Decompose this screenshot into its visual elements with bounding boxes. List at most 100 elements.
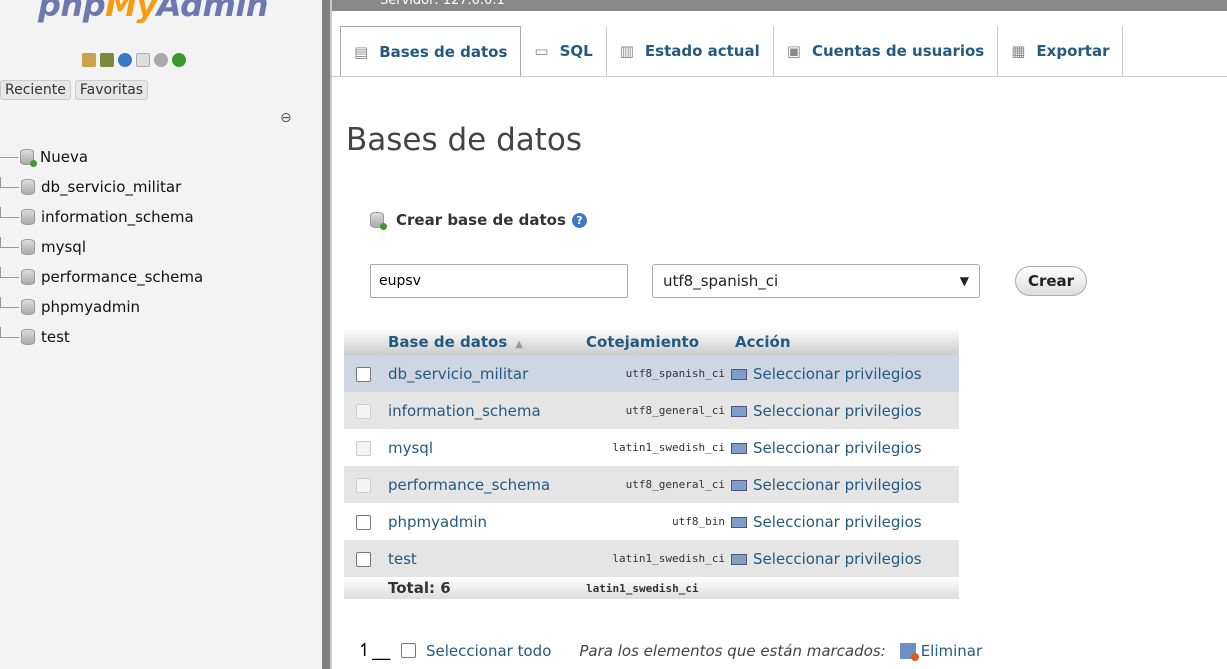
header-checkbox-cell: [344, 328, 382, 355]
row-checkbox[interactable]: [356, 514, 371, 530]
column-header-action: Acción: [729, 328, 959, 355]
column-header-name[interactable]: Base de datos ▲: [382, 328, 580, 355]
database-icon: [21, 269, 35, 285]
tree-item-new[interactable]: Nueva: [0, 142, 203, 172]
export-icon: ▦: [1011, 42, 1026, 60]
expand-icon[interactable]: [0, 206, 19, 218]
create-database-label: Crear base de datos: [396, 211, 566, 229]
tab-databases[interactable]: ▤ Bases de datos: [340, 26, 522, 77]
sql-icon: ▭: [534, 42, 549, 60]
table-row[interactable]: mysql latin1_swedish_ci Seleccionar privil…: [344, 429, 959, 466]
tab-user-accounts[interactable]: ▣ Cuentas de usuarios: [773, 26, 999, 76]
settings-icon[interactable]: [154, 53, 168, 67]
database-icon: ▤: [354, 43, 369, 61]
check-privileges-label: Seleccionar privilegios: [753, 401, 922, 420]
new-database-icon: [20, 149, 37, 167]
row-checkbox[interactable]: [356, 440, 371, 456]
row-checkbox-cell: [344, 429, 382, 466]
tab-status[interactable]: ▥ Estado actual: [606, 26, 774, 76]
tree-connector: [0, 147, 18, 158]
row-checkbox[interactable]: [356, 477, 371, 493]
table-row[interactable]: information_schema utf8_general_ci Selecci…: [344, 392, 959, 429]
recent-tab[interactable]: Reciente: [0, 80, 71, 100]
link-icon[interactable]: ⊖: [280, 110, 292, 126]
row-checkbox[interactable]: [356, 366, 371, 382]
tree-item-label: mysql: [41, 238, 86, 256]
database-icon: [21, 239, 35, 255]
database-name-link[interactable]: performance_schema: [382, 466, 580, 503]
help-icon[interactable]: ?: [571, 212, 587, 228]
tree-item-database[interactable]: test: [0, 322, 203, 352]
check-privileges-link[interactable]: Seleccionar privilegios: [729, 429, 959, 466]
arrow-up-icon: ↿__: [357, 640, 391, 661]
privileges-icon: [731, 553, 747, 565]
column-header-label: Base de datos: [388, 332, 508, 351]
check-privileges-link[interactable]: Seleccionar privilegios: [729, 540, 959, 577]
database-name-link[interactable]: mysql: [382, 429, 580, 466]
tree-item-database[interactable]: mysql: [0, 232, 203, 262]
privileges-icon: [731, 405, 747, 417]
database-name-link[interactable]: db_servicio_militar: [382, 355, 580, 392]
server-breadcrumb-bar: Servidor: 127.0.0.1: [332, 0, 1227, 11]
check-privileges-link[interactable]: Seleccionar privilegios: [729, 355, 959, 392]
with-selected-label: Para los elementos que están marcados:: [579, 641, 886, 660]
row-checkbox[interactable]: [356, 551, 371, 567]
table-row[interactable]: db_servicio_militar utf8_spanish_ci Selecc…: [344, 355, 959, 392]
tree-item-label: test: [41, 328, 70, 346]
tabs-underline: [332, 76, 1227, 77]
table-row[interactable]: test latin1_swedish_ci Seleccionar privile…: [344, 540, 959, 577]
users-icon: ▣: [786, 42, 801, 60]
table-row[interactable]: phpmyadmin utf8_bin Seleccionar privilegio…: [344, 503, 959, 540]
collation-selected-value: utf8_spanish_ci: [663, 272, 779, 290]
database-name-link[interactable]: phpmyadmin: [382, 503, 580, 540]
page-title: Bases de datos: [346, 122, 583, 158]
bulk-actions-bar: ↿__ Seleccionar todo Para los elementos …: [357, 640, 982, 661]
select-all-label[interactable]: Seleccionar todo: [426, 642, 551, 660]
server-breadcrumb[interactable]: Servidor: 127.0.0.1: [380, 0, 505, 8]
privileges-icon: [731, 368, 747, 380]
nav-divider: [330, 0, 332, 669]
database-name-input[interactable]: [370, 264, 628, 298]
database-icon: [21, 299, 35, 315]
expand-icon[interactable]: [0, 326, 19, 338]
delete-button[interactable]: Eliminar: [899, 642, 982, 661]
expand-icon[interactable]: [0, 266, 19, 278]
tab-label: Bases de datos: [379, 43, 508, 61]
databases-table: Base de datos ▲ Cotejamiento Acción db_se…: [344, 328, 959, 599]
docs-icon[interactable]: [136, 53, 150, 67]
tab-sql[interactable]: ▭ SQL: [521, 26, 607, 76]
check-privileges-link[interactable]: Seleccionar privilegios: [729, 466, 959, 503]
home-icon[interactable]: [82, 53, 96, 67]
favorites-tab[interactable]: Favoritas: [74, 80, 149, 100]
help-icon[interactable]: [118, 53, 132, 67]
phpmyadmin-logo[interactable]: phpMyAdmin: [38, 0, 269, 24]
check-privileges-link[interactable]: Seleccionar privilegios: [729, 392, 959, 429]
table-row[interactable]: performance_schema utf8_general_ci Selecci…: [344, 466, 959, 503]
database-name-link[interactable]: information_schema: [382, 392, 580, 429]
tree-item-database[interactable]: information_schema: [0, 202, 203, 232]
tree-item-database[interactable]: performance_schema: [0, 262, 203, 292]
database-name-link[interactable]: test: [382, 540, 580, 577]
tab-label: SQL: [559, 42, 593, 60]
select-all-checkbox[interactable]: [401, 643, 416, 658]
collation-select[interactable]: utf8_spanish_ci ▼: [652, 264, 980, 298]
logo-admin: Admin: [156, 0, 269, 24]
exit-icon[interactable]: [100, 53, 114, 67]
check-privileges-link[interactable]: Seleccionar privilegios: [729, 503, 959, 540]
check-privileges-label: Seleccionar privilegios: [753, 475, 922, 494]
privileges-icon: [731, 442, 747, 454]
reload-icon[interactable]: [172, 53, 186, 67]
expand-icon[interactable]: [0, 236, 19, 248]
row-checkbox[interactable]: [356, 403, 371, 419]
tab-export[interactable]: ▦ Exportar: [998, 26, 1124, 76]
expand-icon[interactable]: [0, 176, 19, 188]
tab-label: Estado actual: [644, 42, 760, 60]
tree-item-database[interactable]: phpmyadmin: [0, 292, 203, 322]
expand-icon[interactable]: [0, 296, 19, 308]
table-body: db_servicio_militar utf8_spanish_ci Selecc…: [344, 355, 959, 599]
row-checkbox-cell: [344, 503, 382, 540]
create-button[interactable]: Crear: [1015, 266, 1087, 296]
collation-cell: utf8_general_ci: [580, 392, 729, 429]
tree-item-database[interactable]: db_servicio_militar: [0, 172, 203, 202]
column-header-collation[interactable]: Cotejamiento: [580, 328, 729, 355]
